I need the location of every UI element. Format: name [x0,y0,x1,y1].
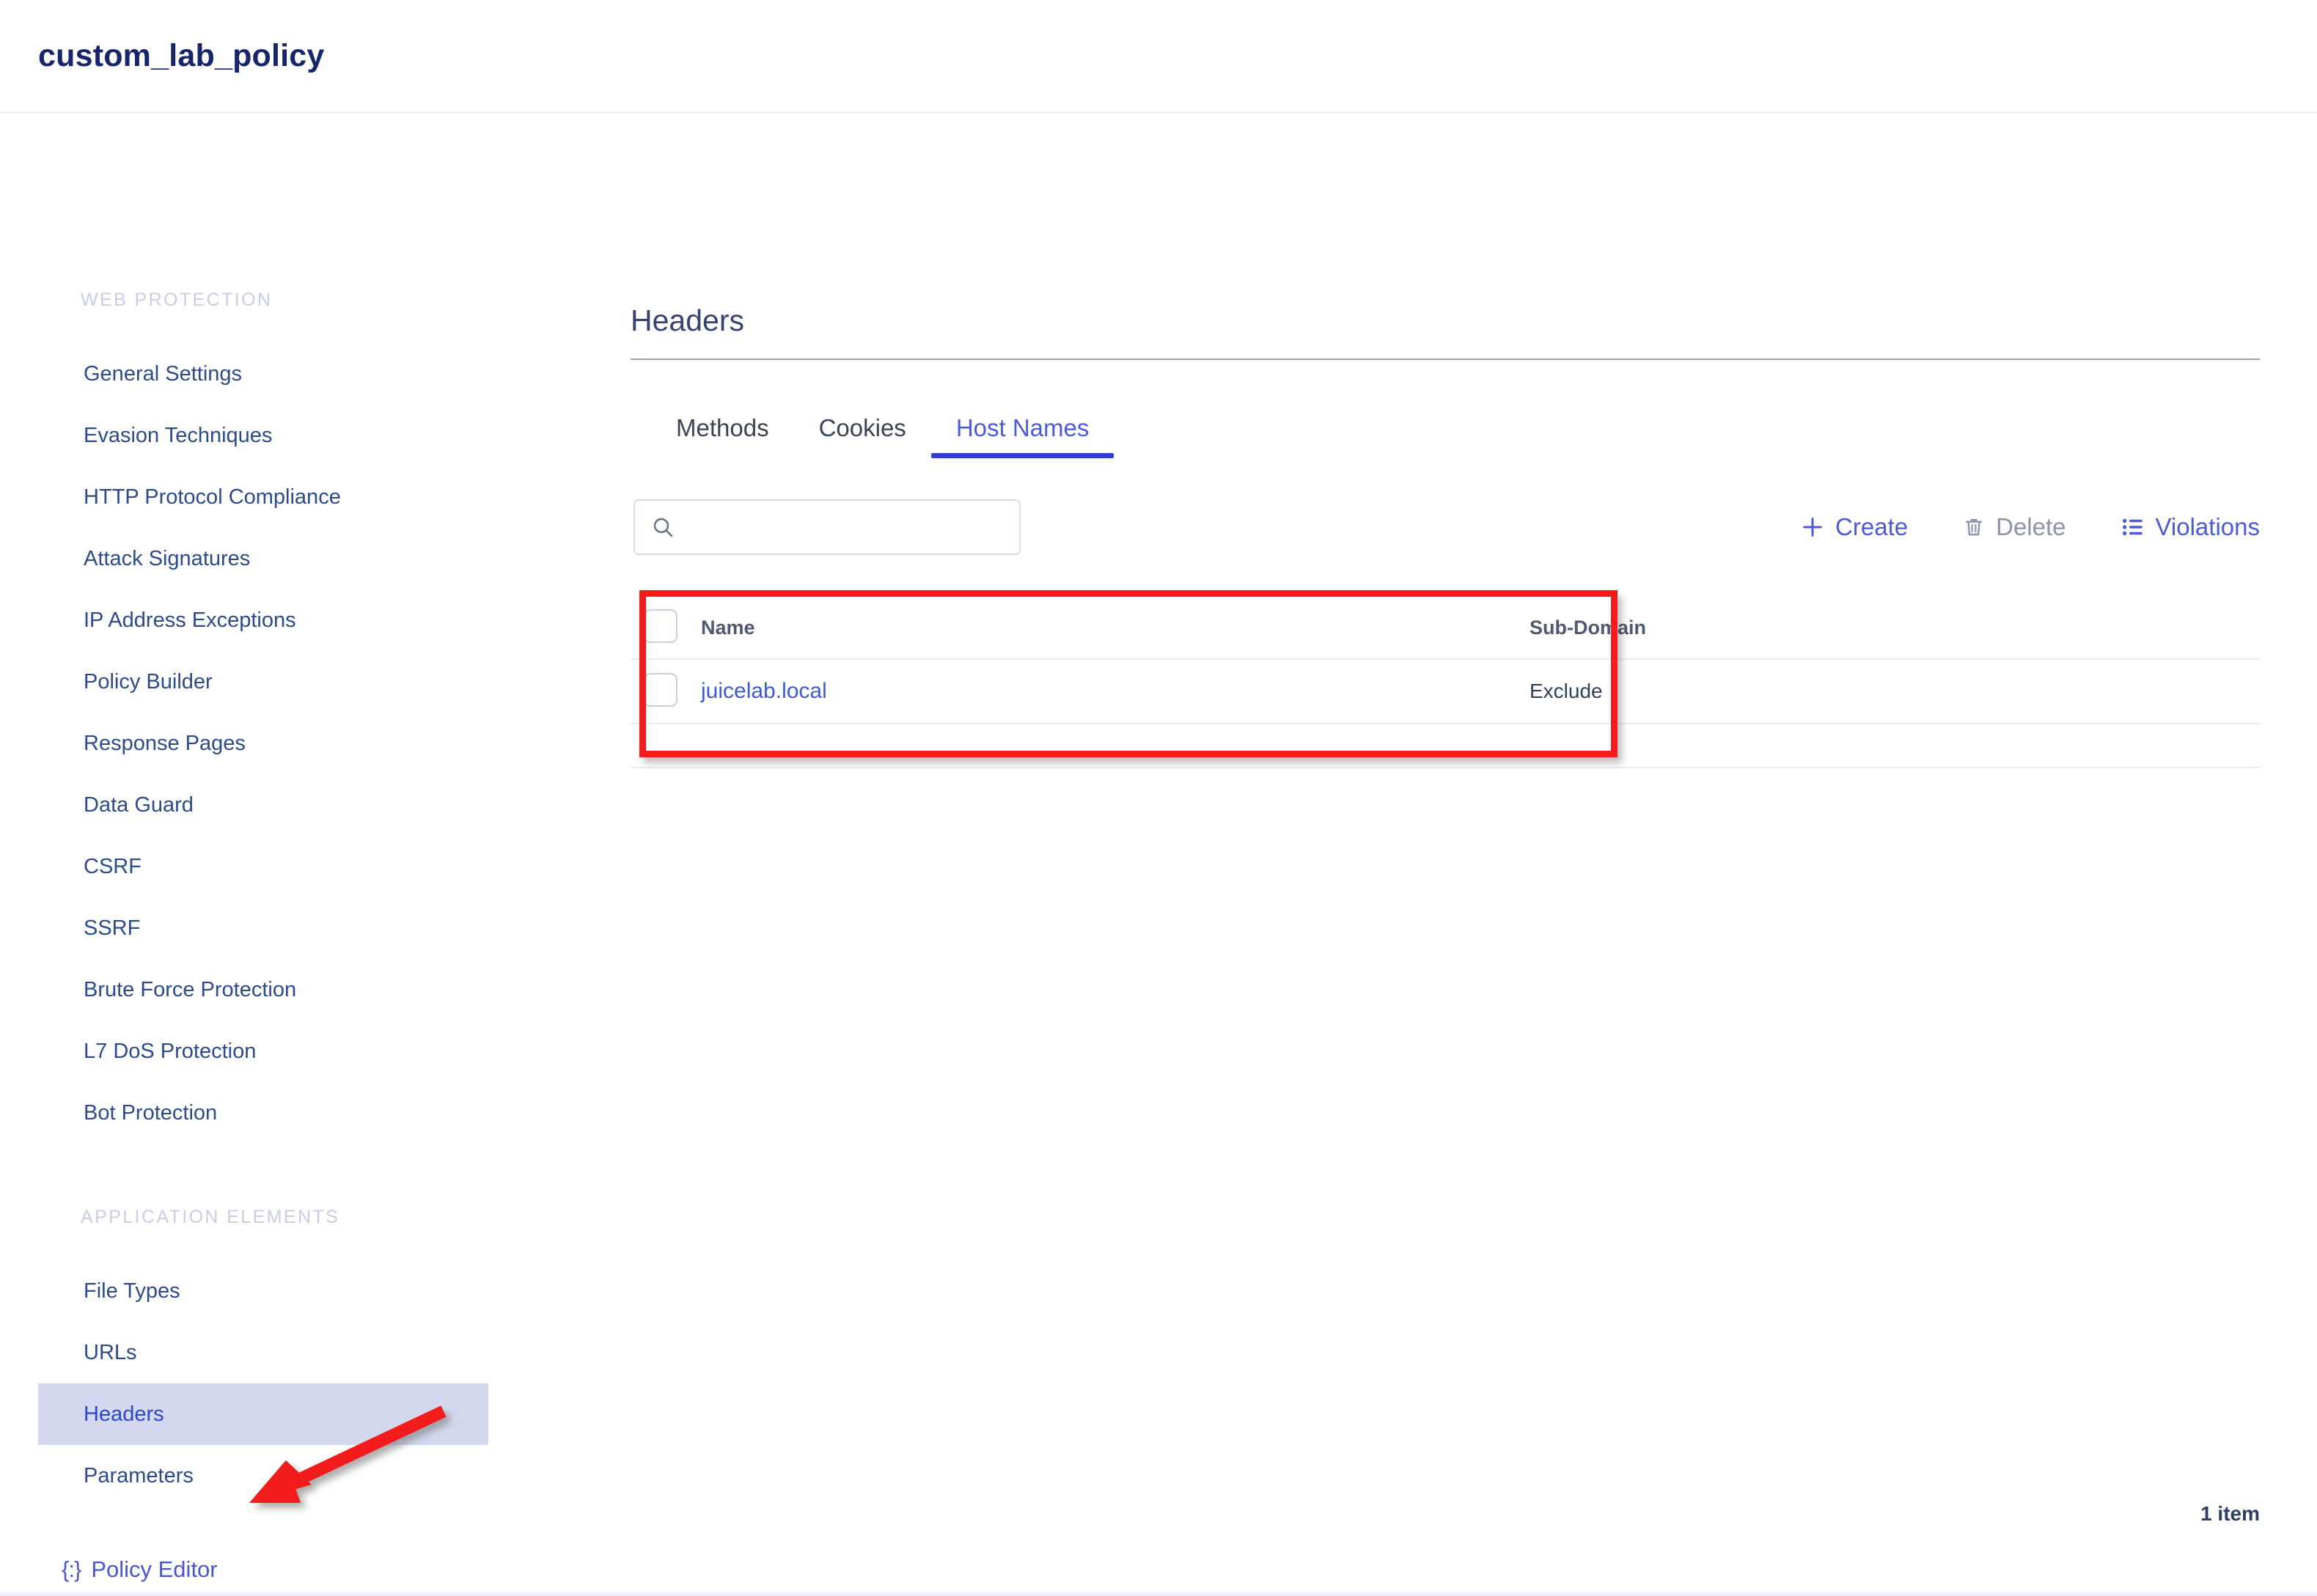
sidebar-item-ip-address-exceptions[interactable]: IP Address Exceptions [0,589,631,651]
sidebar-item-ssrf[interactable]: SSRF [0,897,631,959]
app-shell: WEB PROTECTION General Settings Evasion … [0,114,2317,1596]
panel-title: Headers [631,304,2260,361]
spacer-cell [701,724,1530,769]
violations-button[interactable]: Violations [2120,513,2261,541]
main-content: Headers Methods Cookies Host Names Creat… [631,114,2317,1596]
tab-host-names[interactable]: Host Names [930,414,1115,459]
tab-methods[interactable]: Methods [651,414,794,458]
cell-name: juicelab.local [701,659,1530,725]
trash-icon [1965,519,1983,536]
sidebar-item-bot-protection[interactable]: Bot Protection [0,1082,631,1144]
sidebar-item-label: IP Address Exceptions [84,608,296,632]
select-all-cell [631,597,701,661]
list-icon [2122,519,2142,536]
select-all-checkbox[interactable] [644,609,678,644]
sidebar-item-label: Bot Protection [84,1100,218,1125]
sidebar: WEB PROTECTION General Settings Evasion … [0,114,631,1596]
sidebar-item-label: Policy Builder [84,669,213,694]
item-count-label: 1 item [2200,1502,2260,1525]
sidebar-item-label: URLs [84,1340,137,1364]
sidebar-item-label: Data Guard [84,793,194,817]
sidebar-item-label: General Settings [84,361,243,386]
tab-bar: Methods Cookies Host Names [631,414,2260,459]
sidebar-item-http-protocol-compliance[interactable]: HTTP Protocol Compliance [0,466,631,528]
toolbar-actions: Create Delete Violations [1800,513,2260,541]
plus-icon [1803,518,1822,537]
spacer-cell [631,724,701,769]
sidebar-item-parameters[interactable]: Parameters [0,1445,631,1507]
policy-editor-label: Policy Editor [91,1556,218,1582]
violations-button-label: Violations [2155,513,2261,541]
sidebar-item-label: L7 DoS Protection [84,1039,257,1063]
table-wrapper: Name Sub-Domain juicelab.local Exclude [631,590,2260,769]
sidebar-item-attack-signatures[interactable]: Attack Signatures [0,528,631,589]
sidebar-item-urls[interactable]: URLs [0,1322,631,1383]
policy-editor-link[interactable]: {:} Policy Editor [0,1556,631,1583]
search-input[interactable] [686,515,1003,540]
column-header-sub-domain[interactable]: Sub-Domain [1530,597,2260,661]
sidebar-item-response-pages[interactable]: Response Pages [0,713,631,774]
host-name-link[interactable]: juicelab.local [701,679,827,703]
create-button-label: Create [1835,513,1909,541]
curly-braces-icon: {:} [62,1556,81,1582]
sidebar-item-brute-force-protection[interactable]: Brute Force Protection [0,959,631,1021]
sidebar-item-l7-dos-protection[interactable]: L7 DoS Protection [0,1021,631,1082]
sidebar-item-data-guard[interactable]: Data Guard [0,774,631,836]
toolbar-row: Create Delete Violations [631,499,2260,556]
sidebar-item-label: File Types [84,1279,180,1303]
spacer-cell [1530,724,2260,769]
sidebar-item-label: Parameters [84,1463,194,1487]
sidebar-item-evasion-techniques[interactable]: Evasion Techniques [0,405,631,466]
delete-button[interactable]: Delete [1962,513,2066,541]
app-header: custom_lab_policy [0,0,2317,114]
column-header-name[interactable]: Name [701,597,1530,661]
sidebar-item-file-types[interactable]: File Types [0,1260,631,1322]
sidebar-item-label: SSRF [84,916,141,940]
sidebar-item-label: Brute Force Protection [84,977,297,1001]
sidebar-item-label: HTTP Protocol Compliance [84,485,341,509]
sidebar-item-label: Headers [84,1402,164,1426]
host-names-table: Name Sub-Domain juicelab.local Exclude [631,597,2260,769]
table-spacer-row [631,724,2260,769]
sidebar-item-label: Response Pages [84,731,246,755]
sidebar-section-web-protection-label: WEB PROTECTION [81,290,273,310]
sidebar-item-headers[interactable]: Headers [38,1383,488,1445]
table-header-row: Name Sub-Domain [631,597,2260,661]
sidebar-section-application-elements-label: APPLICATION ELEMENTS [81,1207,340,1227]
tab-cookies[interactable]: Cookies [794,414,931,458]
search-box[interactable] [634,499,1021,556]
sidebar-item-label: Evasion Techniques [84,423,273,447]
sidebar-item-label: Attack Signatures [84,546,251,570]
tab-label: Host Names [955,414,1090,442]
tab-label: Cookies [818,414,906,442]
bottom-divider [0,1592,2317,1596]
delete-button-label: Delete [1996,513,2066,541]
create-button[interactable]: Create [1800,513,1908,541]
sidebar-item-policy-builder[interactable]: Policy Builder [0,651,631,713]
sidebar-item-general-settings[interactable]: General Settings [0,343,631,405]
sidebar-item-csrf[interactable]: CSRF [0,836,631,897]
row-checkbox[interactable] [644,672,678,707]
cell-sub-domain: Exclude [1530,659,2260,725]
table-row[interactable]: juicelab.local Exclude [631,659,2260,725]
page-title: custom_lab_policy [38,37,325,73]
tab-label: Methods [676,414,769,442]
search-icon [653,518,673,537]
row-select-cell [631,659,701,725]
sidebar-item-label: CSRF [84,854,142,878]
